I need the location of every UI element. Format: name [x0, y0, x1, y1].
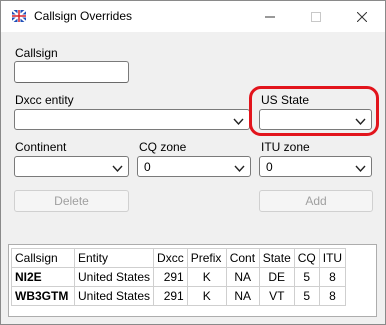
cell-entity[interactable]: United States: [73, 267, 155, 287]
column-header-cq[interactable]: CQ: [293, 248, 320, 268]
overrides-table: Callsign Entity Dxcc Prefix Cont State C…: [11, 248, 347, 306]
close-button[interactable]: [339, 1, 385, 32]
itu-zone-select[interactable]: 0: [259, 156, 372, 177]
us-state-select[interactable]: [259, 109, 372, 130]
column-header-cont[interactable]: Cont: [225, 248, 260, 268]
title-bar[interactable]: Callsign Overrides: [1, 1, 385, 32]
maximize-button[interactable]: [293, 1, 339, 32]
cq-zone-select[interactable]: 0: [137, 156, 251, 177]
cq-zone-label: CQ zone: [139, 140, 187, 154]
column-header-itu[interactable]: ITU: [318, 248, 347, 268]
table-header-row: Callsign Entity Dxcc Prefix Cont State C…: [11, 248, 347, 268]
add-button[interactable]: Add: [259, 190, 373, 212]
callsign-label: Callsign: [15, 46, 58, 60]
close-icon: [357, 11, 367, 22]
minimize-button[interactable]: [247, 1, 293, 32]
cell-dxcc[interactable]: 291: [153, 286, 188, 306]
overrides-grid[interactable]: Callsign Entity Dxcc Prefix Cont State C…: [8, 244, 377, 317]
column-header-prefix[interactable]: Prefix: [186, 248, 227, 268]
minimize-icon: [265, 16, 275, 17]
dxcc-entity-select[interactable]: [14, 109, 250, 130]
cq-zone-value: 0: [144, 160, 151, 174]
chevron-down-icon: [112, 162, 123, 176]
chevron-down-icon: [355, 162, 366, 176]
itu-zone-value: 0: [266, 160, 273, 174]
chevron-down-icon: [234, 162, 245, 176]
us-state-label: US State: [261, 93, 310, 107]
cell-itu[interactable]: 8: [318, 286, 347, 306]
cell-cont[interactable]: NA: [225, 286, 260, 306]
table-row[interactable]: WB3GTM United States 291 K NA VT 5 8: [11, 286, 347, 306]
window-title: Callsign Overrides: [34, 9, 133, 23]
table-row[interactable]: NI2E United States 291 K NA DE 5 8: [11, 267, 347, 287]
cell-entity[interactable]: United States: [73, 286, 155, 306]
cell-prefix[interactable]: K: [186, 286, 227, 306]
cell-cq[interactable]: 5: [293, 286, 320, 306]
cell-cq[interactable]: 5: [293, 267, 320, 287]
cell-itu[interactable]: 8: [318, 267, 347, 287]
cell-prefix[interactable]: K: [186, 267, 227, 287]
delete-button[interactable]: Delete: [14, 190, 129, 212]
continent-select[interactable]: [14, 156, 129, 177]
cell-cont[interactable]: NA: [225, 267, 260, 287]
cell-state[interactable]: DE: [258, 267, 295, 287]
column-header-entity[interactable]: Entity: [73, 248, 155, 268]
column-header-state[interactable]: State: [258, 248, 295, 268]
callsign-input[interactable]: [14, 61, 129, 83]
itu-zone-label: ITU zone: [261, 140, 310, 154]
cell-state[interactable]: VT: [258, 286, 295, 306]
cell-callsign[interactable]: NI2E: [11, 267, 75, 287]
app-logo-icon: [11, 8, 27, 24]
continent-label: Continent: [15, 140, 67, 154]
chevron-down-icon: [233, 115, 244, 129]
column-header-callsign[interactable]: Callsign: [11, 248, 75, 268]
cell-callsign[interactable]: WB3GTM: [11, 286, 75, 306]
callsign-overrides-window: Callsign Overrides Callsign Dxcc entity: [0, 0, 386, 325]
maximize-icon: [311, 11, 321, 22]
chevron-down-icon: [355, 115, 366, 129]
column-header-dxcc[interactable]: Dxcc: [153, 248, 188, 268]
dxcc-entity-label: Dxcc entity: [15, 93, 74, 107]
cell-dxcc[interactable]: 291: [153, 267, 188, 287]
